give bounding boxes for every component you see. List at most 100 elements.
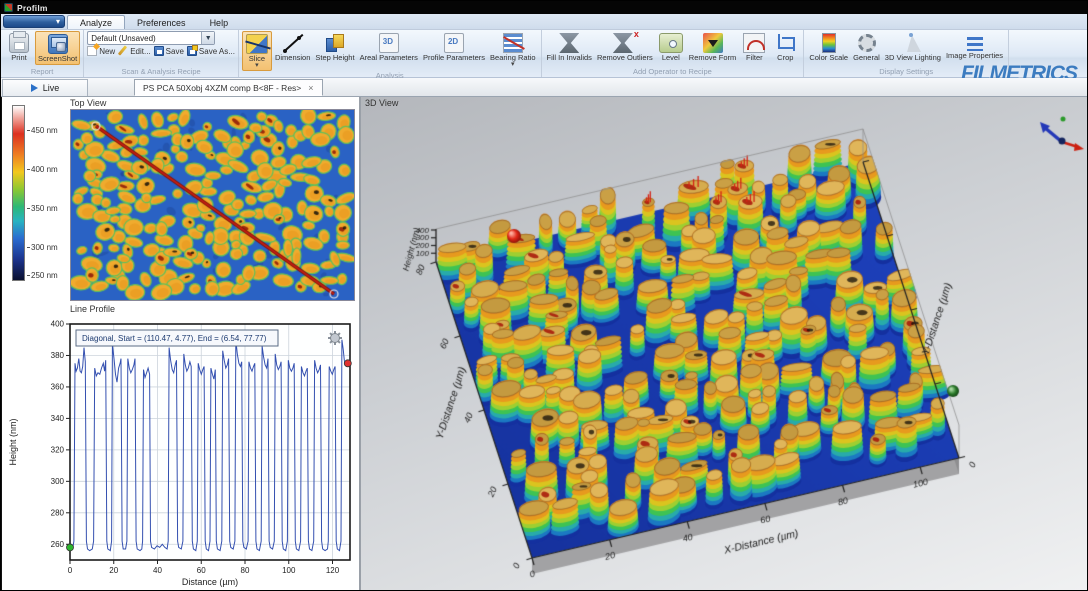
dimension-button[interactable]: Dimension [273, 31, 312, 63]
line-profile-title: Line Profile [70, 304, 115, 314]
crop-button[interactable]: Crop [770, 31, 800, 63]
step-height-button[interactable]: Step Height [313, 31, 356, 63]
slice-icon [246, 34, 268, 54]
svg-text:340: 340 [51, 414, 65, 423]
filter-button[interactable]: Filter [739, 31, 769, 63]
group-add-operator: Fill In Invalids x Remove Outliers Level… [542, 30, 805, 77]
height-color-scale: 450 nm 400 nm 350 nm 300 nm 250 nm [12, 105, 64, 291]
areal-parameters-icon [379, 33, 399, 53]
crop-icon [775, 33, 795, 53]
menu-bar: ▾ Analyze Preferences Help [1, 14, 1087, 30]
remove-form-button[interactable]: Remove Form [687, 31, 739, 63]
right-pane: 3D View [361, 97, 1088, 591]
svg-text:60: 60 [197, 566, 206, 575]
top-view-image[interactable] [70, 109, 355, 301]
app-icon [4, 3, 13, 12]
svg-text:120: 120 [326, 566, 340, 575]
color-scale-icon [822, 33, 836, 53]
chevron-down-icon: ▾ [56, 17, 60, 26]
recipe-dropdown[interactable]: Default (Unsaved) ▼ [87, 31, 215, 45]
fill-invalids-icon [559, 33, 579, 53]
profile-end-marker [344, 360, 351, 367]
remove-outliers-button[interactable]: x Remove Outliers [595, 31, 655, 63]
svg-text:Distance (µm): Distance (µm) [182, 577, 238, 587]
save-recipe-button[interactable]: Save [154, 46, 184, 56]
svg-text:100: 100 [282, 566, 296, 575]
bearing-ratio-icon [503, 33, 523, 53]
svg-text:Height (nm): Height (nm) [8, 418, 18, 465]
dimension-icon [283, 33, 303, 53]
svg-text:0: 0 [68, 566, 73, 575]
3d-surface-view[interactable] [362, 108, 1088, 590]
application-menu-button[interactable]: ▾ [3, 15, 65, 28]
edit-recipe-button[interactable]: Edit... [118, 46, 150, 56]
printer-icon [9, 33, 29, 53]
chevron-down-icon: ▾ [255, 63, 259, 69]
main-area: 450 nm 400 nm 350 nm 300 nm 250 nm Top V… [1, 97, 1087, 591]
svg-text:20: 20 [109, 566, 118, 575]
fill-in-invalids-button[interactable]: Fill In Invalids [545, 31, 594, 63]
svg-text:Diagonal, Start = (110.47, 4.7: Diagonal, Start = (110.47, 4.77), End = … [82, 334, 267, 343]
slice-button[interactable]: Slice▾ [242, 31, 272, 71]
title-bar: Profilm [1, 1, 1087, 14]
level-icon [659, 33, 683, 53]
image-properties-icon [967, 37, 983, 51]
left-pane: 450 nm 400 nm 350 nm 300 nm 250 nm Top V… [1, 97, 359, 591]
ribbon-toolbar: Print ScreenShot Report Default (Unsaved… [1, 30, 1087, 78]
color-scale-label: 300 nm [27, 243, 58, 252]
group-label-add-operator: Add Operator to Recipe [545, 67, 801, 77]
tab-preferences[interactable]: Preferences [125, 16, 198, 29]
tab-help[interactable]: Help [198, 16, 241, 29]
pencil-icon [118, 46, 128, 56]
print-button[interactable]: Print [4, 31, 34, 63]
document-tab-strip: Live PS PCA 50Xobj 4XZM comp B<8F - Res>… [1, 78, 1087, 97]
line-profile-chart[interactable]: 020406080100120260280300320340360380400D… [2, 314, 358, 590]
svg-text:280: 280 [51, 508, 65, 517]
close-icon[interactable]: × [308, 83, 313, 93]
level-button[interactable]: Level [656, 31, 686, 63]
save-as-disk-icon [187, 46, 197, 56]
areal-parameters-button[interactable]: Areal Parameters [358, 31, 420, 63]
svg-text:380: 380 [51, 351, 65, 360]
lighting-icon [903, 33, 923, 53]
save-disk-icon [154, 46, 164, 56]
gear-icon [856, 33, 876, 53]
profile-parameters-icon [444, 33, 464, 53]
chevron-down-icon[interactable]: ▼ [201, 32, 214, 44]
group-label-report: Report [4, 67, 80, 77]
image-properties-button[interactable]: Image Properties [944, 31, 1005, 61]
group-label-recipe: Scan & Analysis Recipe [87, 67, 235, 77]
profile-parameters-button[interactable]: Profile Parameters [421, 31, 487, 63]
app-title: Profilm [17, 3, 48, 13]
top-view-title: Top View [70, 98, 106, 108]
tab-analyze[interactable]: Analyze [67, 15, 125, 29]
svg-text:300: 300 [51, 477, 65, 486]
general-settings-button[interactable]: General [851, 31, 882, 63]
color-scale-label: 450 nm [27, 126, 58, 135]
svg-text:400: 400 [51, 320, 65, 329]
chart-settings-gear-icon[interactable] [328, 331, 342, 345]
group-recipe: Default (Unsaved) ▼ New Edit... Save [84, 30, 239, 77]
bearing-ratio-button[interactable]: Bearing Ratio▾ [488, 31, 537, 69]
color-scale-label: 350 nm [27, 204, 58, 213]
3d-view-lighting-button[interactable]: 3D View Lighting [883, 31, 943, 63]
svg-text:40: 40 [153, 566, 162, 575]
remove-outliers-icon: x [613, 33, 637, 53]
live-button[interactable]: Live [2, 79, 88, 96]
svg-text:80: 80 [241, 566, 250, 575]
color-scale-button[interactable]: Color Scale [807, 31, 850, 63]
document-tab[interactable]: PS PCA 50Xobj 4XZM comp B<8F - Res> × [134, 79, 323, 96]
svg-text:360: 360 [51, 382, 65, 391]
profilm-window: Profilm ▾ Analyze Preferences Help Print… [0, 0, 1088, 591]
profile-start-marker [67, 544, 74, 551]
chevron-down-icon: ▾ [511, 62, 515, 68]
save-as-recipe-button[interactable]: Save As... [187, 46, 235, 56]
3d-view-title: 3D View [365, 98, 398, 108]
play-icon [31, 84, 38, 92]
new-recipe-button[interactable]: New [87, 46, 115, 56]
color-scale-label: 400 nm [27, 165, 58, 174]
screenshot-button[interactable]: ScreenShot [35, 31, 80, 65]
group-report: Print ScreenShot Report [1, 30, 84, 77]
filter-icon [743, 33, 765, 53]
group-analysis: Slice▾ Dimension Step Height Areal Param… [239, 30, 542, 77]
